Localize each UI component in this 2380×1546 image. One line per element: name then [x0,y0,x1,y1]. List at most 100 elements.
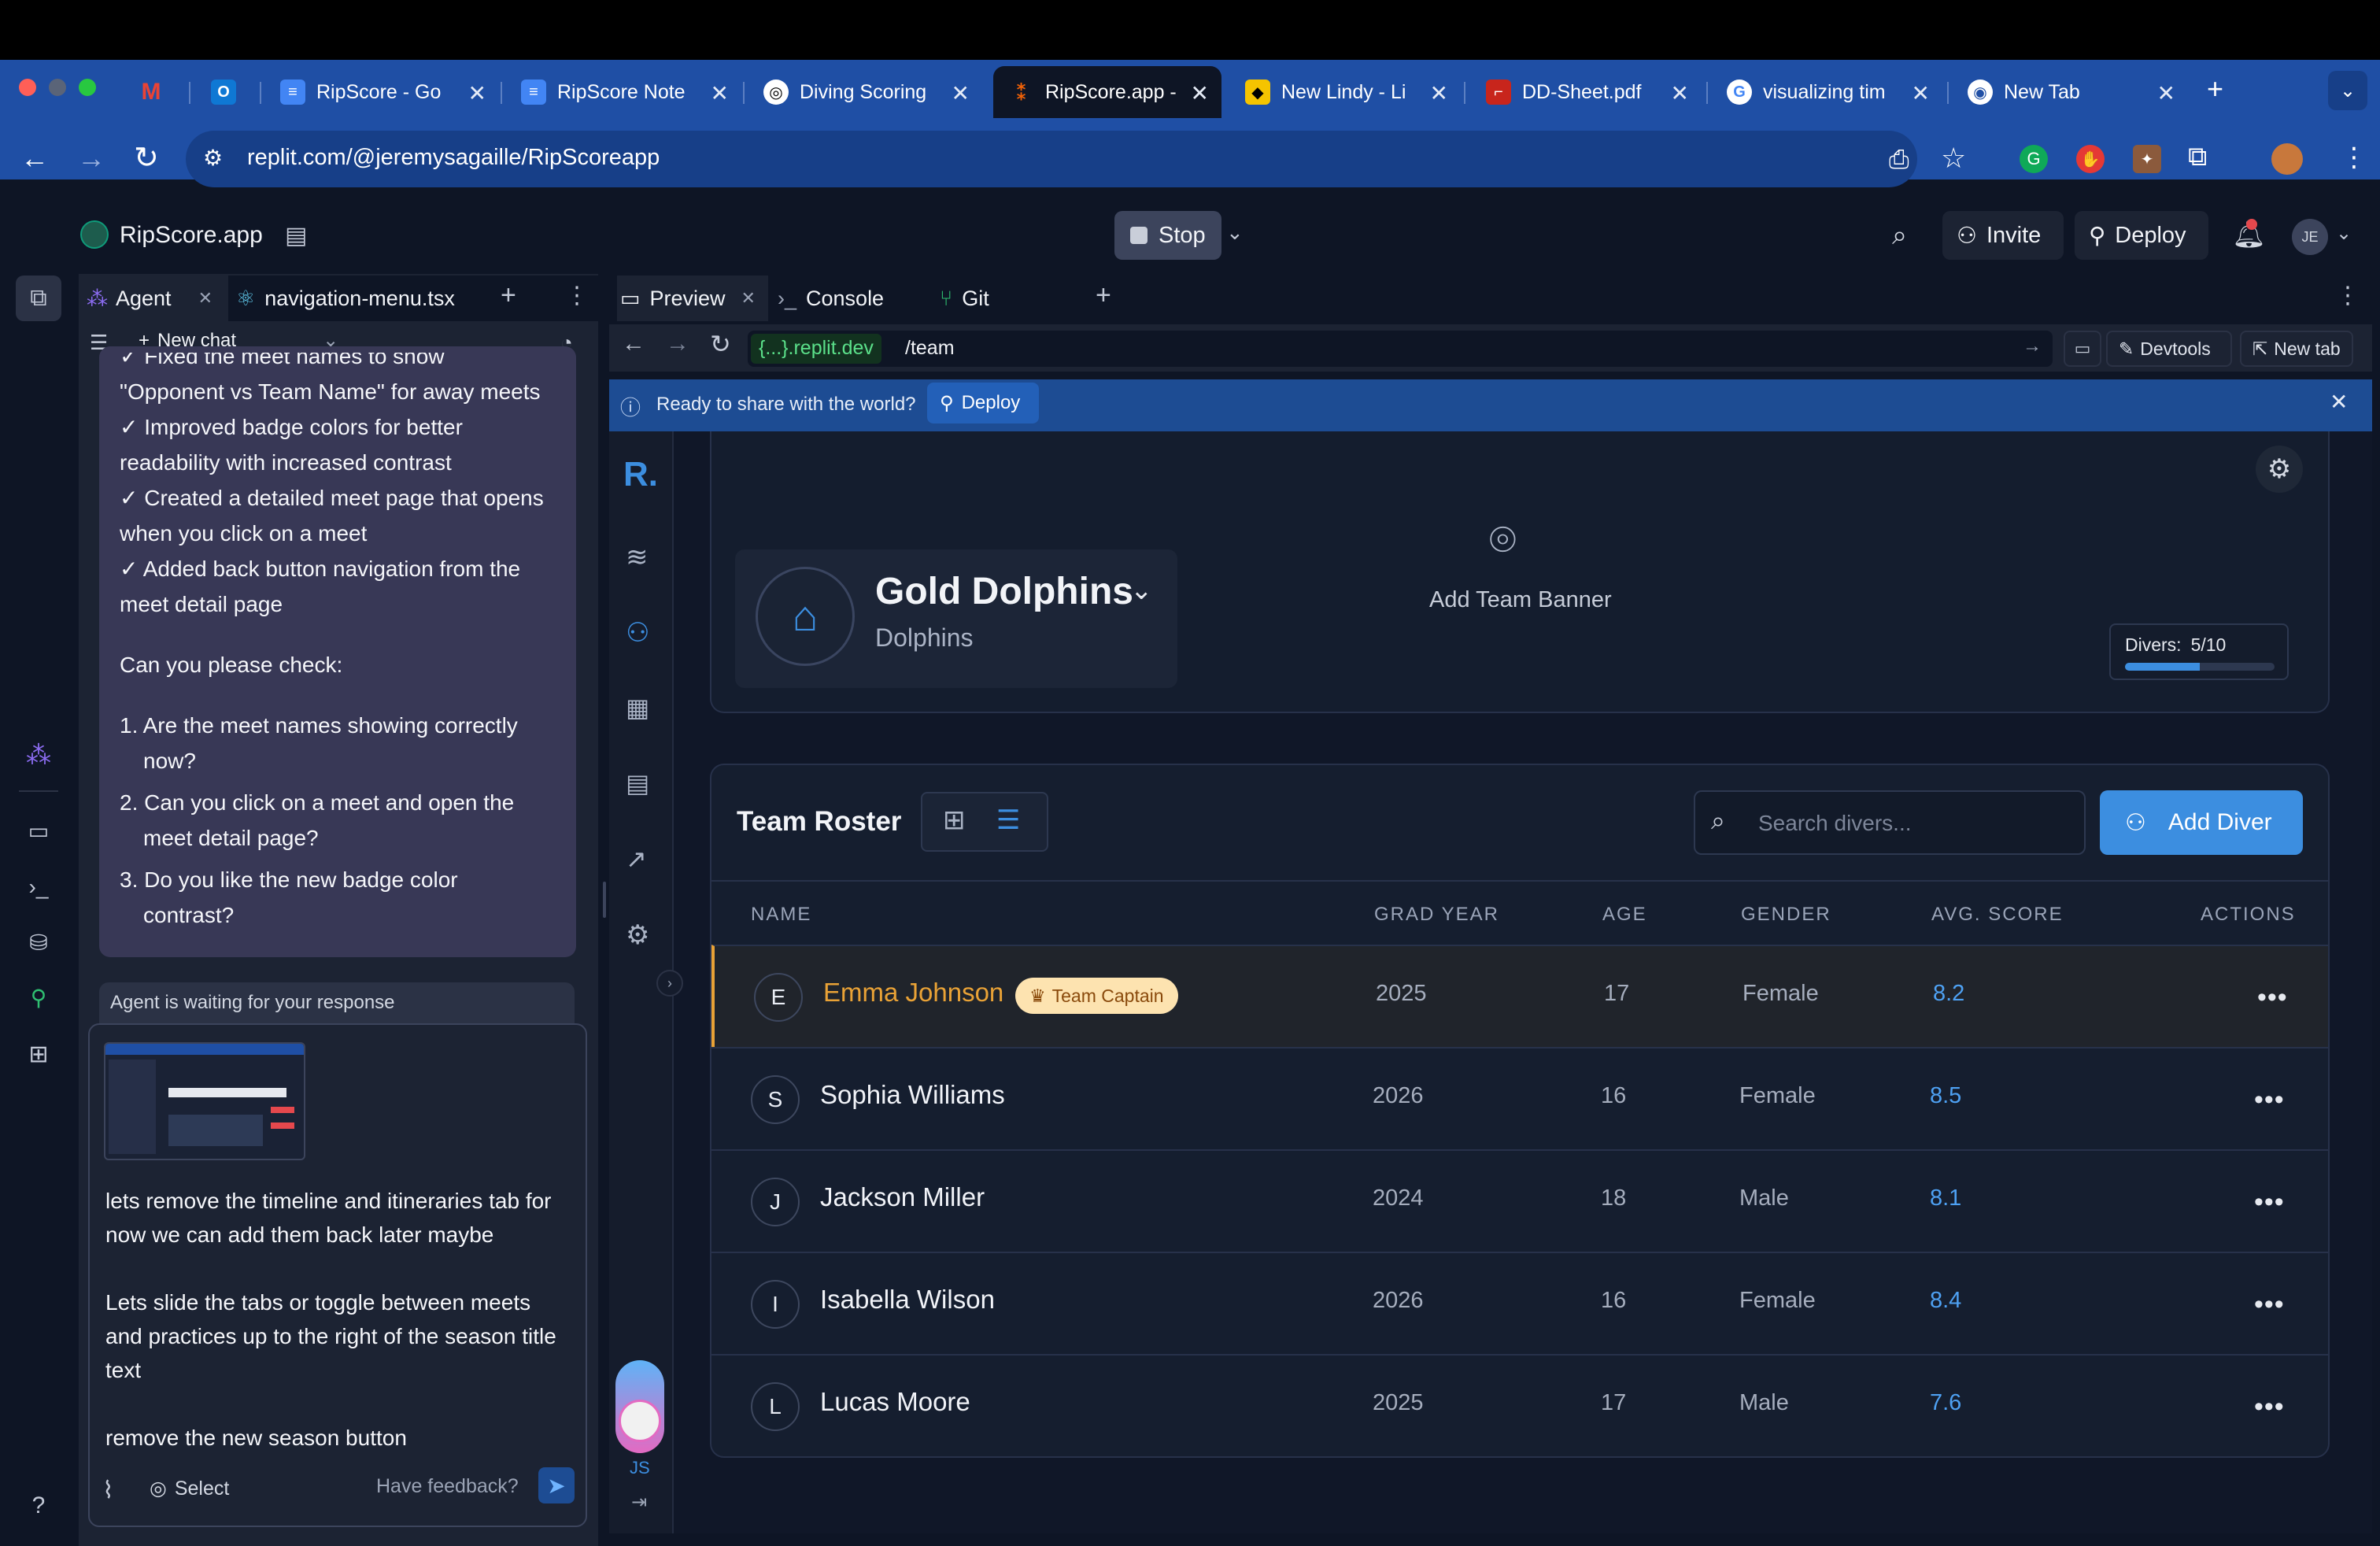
bookmark-star-icon[interactable]: ☆ [1941,142,1966,175]
settings-gear-icon[interactable]: ⚙ [626,919,657,951]
panel-menu-icon[interactable]: ⋮ [2336,282,2360,309]
table-row[interactable]: L Lucas Moore 2025 17 Male 7.6 ••• [711,1354,2328,1456]
install-app-icon[interactable]: ⎙ [1889,145,1909,175]
stop-button[interactable]: Stop [1114,211,1221,260]
grid-view-icon[interactable]: ⊞ [943,804,966,836]
run-options-chevron-icon[interactable]: ⌄ [1226,220,1244,245]
team-logo-icon[interactable]: ⌂ [756,567,855,666]
attach-paperclip-icon[interactable]: ⌇ [102,1477,114,1504]
tab-close-icon[interactable]: ✕ [2157,80,2175,106]
file-tree-icon[interactable]: ⧉ [22,282,55,315]
panel-resize-handle[interactable] [603,882,606,918]
maximize-window-button[interactable] [79,79,96,96]
agent-icon[interactable]: ⁂ [22,738,55,771]
project-name[interactable]: RipScore.app [120,222,263,249]
preview-forward-icon[interactable]: → [666,331,689,357]
profile-avatar[interactable] [2271,143,2303,175]
minimize-window-button[interactable] [49,79,66,96]
tab-preview[interactable]: ▭ Preview ✕ [617,276,768,321]
browser-tab-diving-scoring[interactable]: ◎ Diving Scoring ✕ [763,66,970,118]
column-header-gender[interactable]: GENDER [1741,904,1831,926]
browser-tab-new-tab[interactable]: ◉ New Tab ✕ [1968,66,2175,118]
browser-tab-visualizing[interactable]: Gvisualizing tim ✕ [1727,66,1930,118]
site-settings-icon[interactable]: ⚙ [203,145,223,171]
table-row[interactable]: E Emma Johnson ♛ Team Captain 2025 17 Fem… [711,945,2328,1047]
tab-search-chevron-icon[interactable]: ⌄ [2328,71,2367,110]
tab-menu-icon[interactable]: ⋮ [565,282,589,309]
banner-close-icon[interactable]: ✕ [2330,389,2348,415]
extensions-puzzle-icon[interactable]: ⧉ [2188,142,2207,172]
browser-tab-outlook[interactable]: O [211,66,250,118]
tab-close-icon[interactable]: ✕ [468,80,486,106]
tab-navigation-menu[interactable]: ⚛ navigation-menu.tsx [236,276,455,321]
tab-console[interactable]: ›_ Console [778,276,884,321]
row-actions-menu-icon[interactable]: ••• [2254,1187,2285,1218]
reload-icon[interactable]: ↻ [134,140,159,176]
diver-name[interactable]: Emma Johnson [823,978,1003,1008]
team-name[interactable]: Gold Dolphins [875,570,1133,613]
preview-back-icon[interactable]: ← [622,331,645,357]
diver-name[interactable]: Sophia Williams [820,1080,1005,1110]
browser-tab-ripscore-notes[interactable]: ≡ RipScore Note ✕ [521,66,729,118]
diver-name[interactable]: Lucas Moore [820,1387,970,1417]
add-tab-icon[interactable]: + [501,280,516,311]
browser-tab-gmail[interactable]: M [139,66,178,118]
sidebar-expand-chevron-icon[interactable]: › [656,970,683,997]
add-diver-button[interactable]: ⚇ Add Diver [2100,790,2303,855]
tab-close-icon[interactable]: ✕ [711,80,729,106]
row-actions-menu-icon[interactable]: ••• [2254,1289,2285,1320]
project-info-icon[interactable]: ▤ [285,222,307,250]
banner-deploy-button[interactable]: ⚲ Deploy [927,383,1039,423]
table-row[interactable]: J Jackson Miller 2024 18 Male 8.1 ••• [711,1149,2328,1252]
preview-url-host[interactable]: {...}.replit.dev [751,334,881,364]
row-actions-menu-icon[interactable]: ••• [2257,982,2288,1013]
trending-icon[interactable]: ↗ [626,844,657,875]
browser-tab-lindy[interactable]: ◆ New Lindy - Li ✕ [1245,66,1448,118]
search-icon[interactable]: ⌕ [1892,220,1907,251]
tab-close-icon[interactable]: ✕ [1191,80,1209,106]
add-tab-icon[interactable]: + [1096,280,1111,311]
tab-agent[interactable]: ⁂ Agent ✕ [79,276,228,321]
extension-red-icon[interactable]: ✋ [2076,145,2105,173]
user-message-text[interactable]: lets remove the timeline and itineraries… [105,1184,578,1455]
tab-close-icon[interactable]: ✕ [198,288,213,309]
help-icon[interactable]: ? [22,1489,55,1522]
tab-close-icon[interactable]: ✕ [1671,80,1689,106]
column-header-grad-year[interactable]: GRAD YEAR [1374,904,1499,926]
preview-reload-icon[interactable]: ↻ [710,329,731,359]
all-tools-grid-icon[interactable]: ⊞ [22,1037,55,1071]
user-photo-avatar[interactable] [619,1400,661,1442]
browser-tab-ripscore-docs[interactable]: ≡ RipScore - Go ✕ [280,66,486,118]
preview-url-path[interactable]: /team [905,337,955,360]
deploy-button[interactable]: ⚲ Deploy [2075,211,2208,260]
url-text[interactable]: replit.com/@jeremysagaille/RipScoreapp [247,145,660,171]
table-row[interactable]: S Sophia Williams 2026 16 Female 8.5 ••• [711,1047,2328,1149]
select-element-button[interactable]: ◎ Select [150,1477,229,1500]
team-users-icon[interactable]: ⚇ [626,617,657,649]
team-settings-gear-icon[interactable]: ⚙ [2256,446,2303,493]
feedback-link[interactable]: Have feedback? [376,1475,519,1498]
document-icon[interactable]: ▤ [626,768,657,800]
webview-icon[interactable]: ▭ [22,814,55,847]
column-header-name[interactable]: NAME [751,904,811,926]
table-row[interactable]: I Isabella Wilson 2026 16 Female 8.4 ••• [711,1252,2328,1354]
user-avatar[interactable]: JE [2292,219,2328,255]
database-icon[interactable]: ⛁ [22,926,55,959]
open-url-arrow-icon[interactable]: → [2023,335,2042,357]
account-chevron-icon[interactable]: ⌄ [2336,222,2352,245]
logout-icon[interactable]: ⇥ [631,1491,647,1514]
new-tab-button[interactable]: ⇱ New tab [2240,331,2353,367]
invite-button[interactable]: ⚇ Invite [1942,211,2064,260]
diver-name[interactable]: Jackson Miller [820,1182,985,1212]
tab-close-icon[interactable]: ✕ [1430,80,1448,106]
column-header-age[interactable]: AGE [1602,904,1647,926]
column-header-avg-score[interactable]: AVG. SCORE [1931,904,2064,926]
app-logo[interactable]: R. [623,455,658,494]
calendar-icon[interactable]: ▦ [626,693,657,724]
add-team-banner[interactable]: Add Team Banner [1429,587,1612,613]
browser-menu-icon[interactable]: ⋮ [2341,142,2367,173]
tab-close-icon[interactable]: ✕ [741,288,756,309]
back-arrow-icon[interactable]: ← [20,142,49,175]
grammarly-extension-icon[interactable]: G [2020,145,2048,173]
devtools-button[interactable]: ✎ Devtools [2106,331,2232,367]
